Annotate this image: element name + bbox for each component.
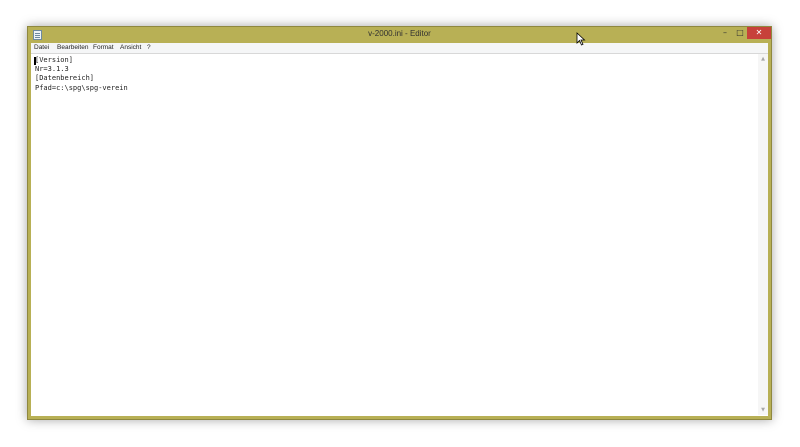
menu-bearbeiten[interactable]: Bearbeiten — [57, 43, 88, 53]
editor-content[interactable]: [Version] Nr=3.1.3 [Datenbereich] Pfad=c… — [35, 56, 128, 93]
mouse-cursor-icon — [576, 32, 586, 46]
text-caret — [34, 57, 36, 65]
vertical-scrollbar[interactable]: ▲ ▼ — [758, 54, 768, 415]
minimize-button[interactable]: – — [717, 27, 733, 39]
menu-help[interactable]: ? — [147, 43, 151, 53]
menu-bar: Datei Bearbeiten Format Ansicht ? — [31, 43, 768, 53]
menu-datei[interactable]: Datei — [34, 43, 49, 53]
scroll-down-icon[interactable]: ▼ — [758, 405, 768, 415]
maximize-button[interactable]: □ — [733, 27, 747, 39]
title-bar[interactable]: v-2000.ini - Editor – □ ✕ — [28, 27, 771, 43]
scroll-up-icon[interactable]: ▲ — [758, 54, 768, 64]
window-title: v-2000.ini - Editor — [368, 29, 431, 38]
text-editor[interactable]: [Version] Nr=3.1.3 [Datenbereich] Pfad=c… — [31, 53, 768, 416]
menu-ansicht[interactable]: Ansicht — [120, 43, 141, 53]
menu-format[interactable]: Format — [93, 43, 114, 53]
editor-window: v-2000.ini - Editor – □ ✕ Datei Bearbeit… — [27, 26, 772, 420]
desktop: v-2000.ini - Editor – □ ✕ Datei Bearbeit… — [0, 0, 800, 447]
close-button[interactable]: ✕ — [747, 27, 771, 39]
